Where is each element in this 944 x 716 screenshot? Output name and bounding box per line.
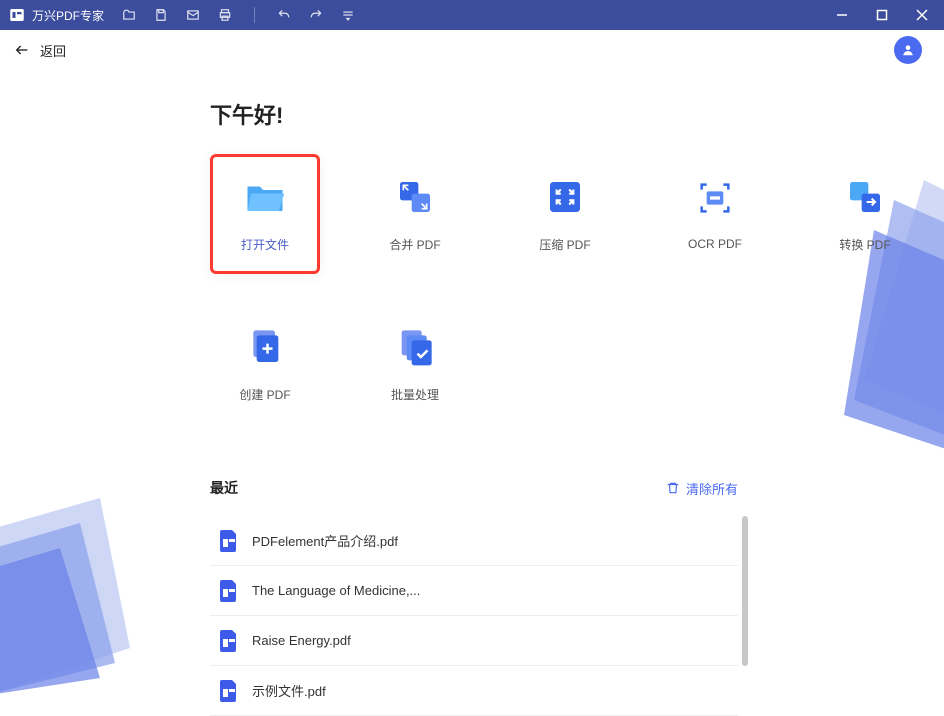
action-label: 压缩 PDF bbox=[539, 236, 590, 253]
app-logo-icon bbox=[8, 6, 26, 24]
header: 返回 bbox=[0, 30, 944, 70]
undo-icon[interactable] bbox=[277, 8, 291, 22]
action-ocr-pdf[interactable]: OCR PDF bbox=[660, 154, 770, 274]
action-label: 转换 PDF bbox=[839, 236, 890, 253]
avatar[interactable] bbox=[894, 36, 922, 64]
merge-icon bbox=[394, 176, 436, 218]
recent-item[interactable]: PDFelement产品介绍.pdf bbox=[210, 516, 738, 566]
action-label: 合并 PDF bbox=[389, 236, 440, 253]
action-label: 批量处理 bbox=[391, 386, 439, 403]
separator bbox=[254, 7, 255, 23]
greeting: 下午好! bbox=[210, 98, 944, 130]
action-merge-pdf[interactable]: 合并 PDF bbox=[360, 154, 470, 274]
recent-section: 最近 清除所有 PDFelement产品介绍.pdf The Language … bbox=[210, 478, 738, 716]
file-name: Raise Energy.pdf bbox=[252, 633, 351, 648]
print-icon[interactable] bbox=[218, 8, 232, 22]
pdf-file-icon bbox=[220, 580, 238, 602]
action-compress-pdf[interactable]: 压缩 PDF bbox=[510, 154, 620, 274]
create-icon bbox=[244, 326, 286, 368]
more-icon[interactable] bbox=[341, 8, 355, 22]
action-label: OCR PDF bbox=[688, 237, 742, 251]
back-label: 返回 bbox=[40, 41, 66, 60]
file-name: The Language of Medicine,... bbox=[252, 583, 420, 598]
maximize-icon[interactable] bbox=[876, 9, 888, 21]
ocr-icon bbox=[694, 177, 736, 219]
save-icon[interactable] bbox=[154, 8, 168, 22]
back-button[interactable]: 返回 bbox=[14, 41, 66, 60]
action-label: 打开文件 bbox=[241, 236, 289, 253]
action-open-file[interactable]: 打开文件 bbox=[210, 154, 320, 274]
recent-item[interactable]: 示例文件.pdf bbox=[210, 666, 738, 716]
folder-open-icon bbox=[244, 176, 286, 218]
action-create-pdf[interactable]: 创建 PDF bbox=[210, 304, 320, 424]
recent-item[interactable]: Raise Energy.pdf bbox=[210, 616, 738, 666]
clear-all-button[interactable]: 清除所有 bbox=[666, 479, 738, 498]
action-grid: 打开文件 合并 PDF 压缩 PDF OCR PDF bbox=[210, 154, 944, 424]
action-batch[interactable]: 批量处理 bbox=[360, 304, 470, 424]
file-name: 示例文件.pdf bbox=[252, 681, 326, 700]
recent-title: 最近 bbox=[210, 478, 238, 498]
back-arrow-icon bbox=[14, 42, 30, 58]
close-icon[interactable] bbox=[916, 9, 928, 21]
redo-icon[interactable] bbox=[309, 8, 323, 22]
scrollbar[interactable] bbox=[742, 516, 748, 706]
main-content: 下午好! 打开文件 合并 PDF 压缩 PDF bbox=[0, 70, 944, 716]
titlebar: 万兴PDF专家 bbox=[0, 0, 944, 30]
pdf-file-icon bbox=[220, 680, 238, 702]
recent-item[interactable]: The Language of Medicine,... bbox=[210, 566, 738, 616]
clear-all-label: 清除所有 bbox=[686, 479, 738, 498]
app-title: 万兴PDF专家 bbox=[32, 7, 104, 24]
clear-icon bbox=[666, 481, 680, 495]
compress-icon bbox=[544, 176, 586, 218]
user-icon bbox=[901, 43, 915, 57]
minimize-icon[interactable] bbox=[836, 9, 848, 21]
convert-icon bbox=[844, 176, 886, 218]
pdf-file-icon bbox=[220, 530, 238, 552]
action-label: 创建 PDF bbox=[239, 386, 290, 403]
pdf-file-icon bbox=[220, 630, 238, 652]
scrollbar-thumb[interactable] bbox=[742, 516, 748, 666]
file-name: PDFelement产品介绍.pdf bbox=[252, 531, 398, 550]
recent-list: PDFelement产品介绍.pdf The Language of Medic… bbox=[210, 516, 738, 716]
action-convert-pdf[interactable]: 转换 PDF bbox=[810, 154, 920, 274]
batch-icon bbox=[394, 326, 436, 368]
open-icon[interactable] bbox=[122, 8, 136, 22]
mail-icon[interactable] bbox=[186, 8, 200, 22]
